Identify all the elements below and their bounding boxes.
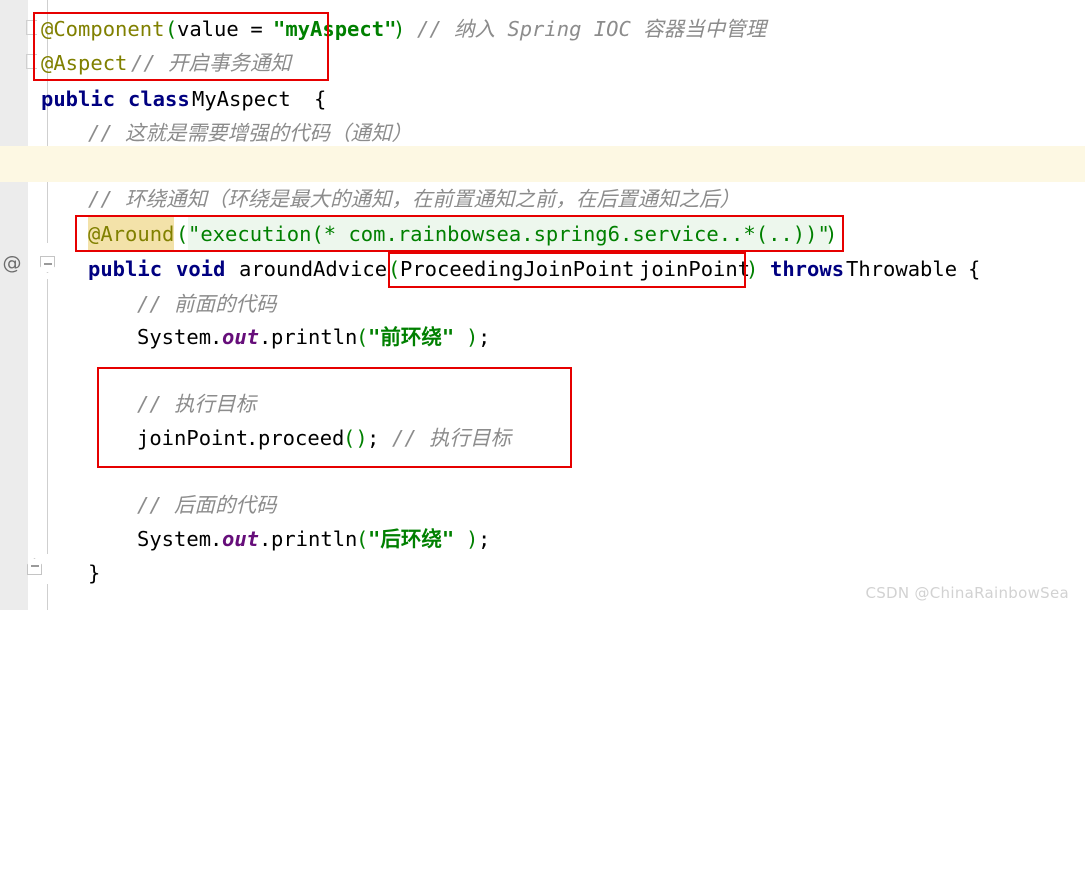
around-annotation[interactable]: @Around bbox=[88, 217, 175, 251]
component-open-paren: ( bbox=[165, 17, 178, 41]
println-semicolon-1: ; bbox=[478, 325, 491, 349]
line4-comment: // 这就是需要增强的代码（通知） bbox=[88, 121, 413, 145]
out-field-2: out bbox=[222, 527, 260, 551]
line13-comment: // 后面的代码 bbox=[137, 493, 277, 517]
class-name: MyAspect bbox=[192, 87, 291, 111]
println-method-1: println bbox=[271, 325, 358, 349]
system-dot-4: . bbox=[259, 527, 272, 551]
line2-comment: // 开启事务通知 bbox=[131, 51, 292, 75]
code-line-3[interactable]: public class MyAspect { bbox=[0, 82, 1085, 116]
code-line-4[interactable]: // 这就是需要增强的代码（通知） bbox=[0, 116, 1085, 150]
method-open-brace: { bbox=[968, 257, 981, 281]
code-line-11[interactable]: // 执行目标 bbox=[0, 387, 1085, 421]
code-line-14[interactable]: System . out . println ( "后环绕" ) ; bbox=[0, 522, 1085, 556]
proceed-semicolon: ; bbox=[367, 426, 380, 450]
code-line-8[interactable]: public void aroundAdvice ( ProceedingJoi… bbox=[0, 252, 1085, 286]
around-pointcut-expression: "execution(* com.rainbowsea.spring6.serv… bbox=[188, 217, 830, 251]
method-param-name: joinPoint bbox=[639, 257, 751, 281]
proceed-method: proceed bbox=[258, 426, 345, 450]
println-close-paren-1: ) bbox=[466, 325, 479, 349]
method-return-type-keyword: void bbox=[176, 257, 226, 281]
line12-comment: // 执行目标 bbox=[392, 426, 512, 450]
println-open-paren-2: ( bbox=[356, 527, 369, 551]
code-line-13[interactable]: // 后面的代码 bbox=[0, 488, 1085, 522]
component-value-key: value bbox=[177, 17, 239, 41]
println-argument-1: "前环绕" bbox=[368, 325, 455, 349]
line1-comment: // 纳入 Spring IOC 容器当中管理 bbox=[417, 17, 767, 41]
code-line-5[interactable] bbox=[0, 148, 1085, 182]
system-dot-1: . bbox=[210, 325, 223, 349]
component-value-string: "myAspect" bbox=[273, 17, 397, 41]
method-close-brace: } bbox=[88, 561, 101, 585]
throws-exception-type: Throwable bbox=[846, 257, 958, 281]
class-open-brace: { bbox=[314, 87, 327, 111]
method-name: aroundAdvice bbox=[239, 257, 388, 281]
code-line-12[interactable]: joinPoint . proceed () ; // 执行目标 bbox=[0, 421, 1085, 455]
method-modifier-keyword: public bbox=[88, 257, 163, 281]
system-object-1: System bbox=[137, 325, 212, 349]
method-open-paren: ( bbox=[388, 257, 401, 281]
line11-comment: // 执行目标 bbox=[137, 392, 257, 416]
method-close-paren: ) bbox=[746, 257, 759, 281]
joinpoint-object: joinPoint bbox=[137, 426, 249, 450]
system-dot-3: . bbox=[210, 527, 223, 551]
method-param-type: ProceedingJoinPoint bbox=[400, 257, 635, 281]
code-content[interactable]: @Component ( value = "myAspect" ) // 纳入 … bbox=[0, 0, 1085, 610]
component-annotation[interactable]: @Component bbox=[41, 12, 164, 46]
around-open-paren: ( bbox=[176, 222, 189, 246]
code-line-1[interactable]: @Component ( value = "myAspect" ) // 纳入 … bbox=[0, 12, 1085, 46]
around-close-paren: ) bbox=[825, 222, 838, 246]
aspect-annotation[interactable]: @Aspect bbox=[41, 46, 127, 80]
proceed-parens: () bbox=[343, 426, 368, 450]
component-close-paren: ) bbox=[393, 17, 406, 41]
code-line-7[interactable]: @Around ( "execution(* com.rainbowsea.sp… bbox=[0, 217, 1085, 251]
println-argument-2: "后环绕" bbox=[368, 527, 455, 551]
code-line-10[interactable]: System . out . println ( "前环绕" ) ; bbox=[0, 320, 1085, 354]
println-semicolon-2: ; bbox=[478, 527, 491, 551]
joinpoint-dot: . bbox=[246, 426, 259, 450]
throws-keyword: throws bbox=[770, 257, 845, 281]
println-method-2: println bbox=[271, 527, 358, 551]
system-dot-2: . bbox=[259, 325, 272, 349]
system-object-2: System bbox=[137, 527, 212, 551]
code-line-6[interactable]: // 环绕通知（环绕是最大的通知，在前置通知之前，在后置通知之后） bbox=[0, 182, 1085, 216]
line9-comment: // 前面的代码 bbox=[137, 292, 277, 316]
class-keyword: class bbox=[128, 87, 190, 111]
out-field-1: out bbox=[222, 325, 260, 349]
code-editor[interactable]: @ @Component ( value = "myAspect" ) // 纳… bbox=[0, 0, 1085, 610]
class-modifier-keyword: public bbox=[41, 87, 116, 111]
code-line-2[interactable]: @Aspect // 开启事务通知 bbox=[0, 46, 1085, 80]
println-open-paren-1: ( bbox=[356, 325, 369, 349]
code-line-9[interactable]: // 前面的代码 bbox=[0, 287, 1085, 321]
line6-comment: // 环绕通知（环绕是最大的通知，在前置通知之前，在后置通知之后） bbox=[88, 187, 741, 211]
component-equals: = bbox=[238, 17, 276, 41]
csdn-watermark: CSDN @ChinaRainbowSea bbox=[865, 584, 1069, 602]
println-close-paren-2: ) bbox=[466, 527, 479, 551]
